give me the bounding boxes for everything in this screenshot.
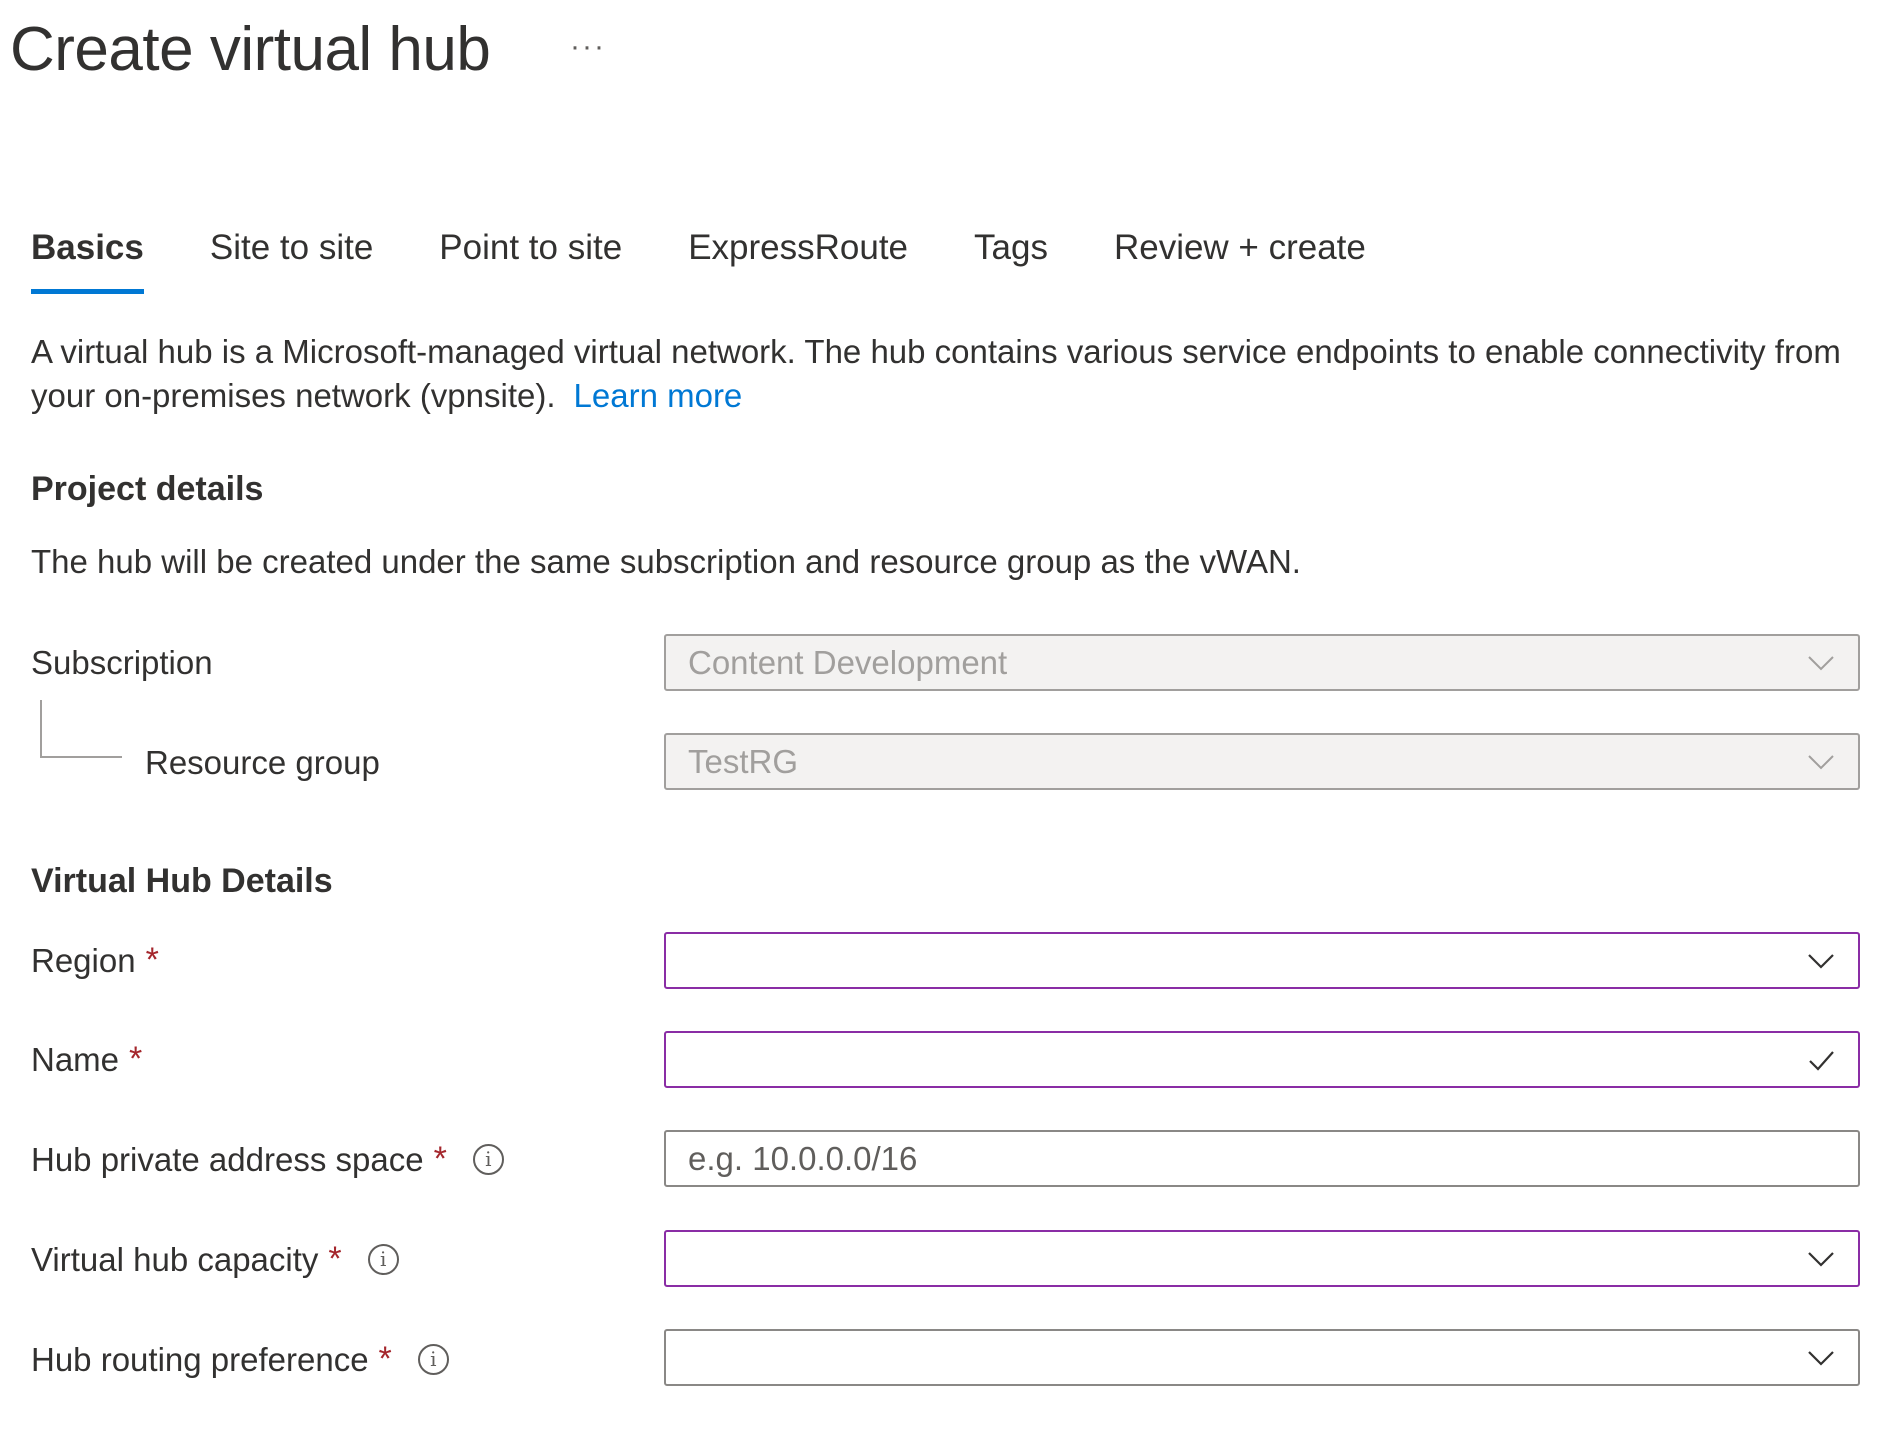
subscription-value: Content Development (688, 643, 1008, 681)
address-space-label: Hub private address space * i (31, 1140, 504, 1179)
name-label-text: Name (31, 1040, 120, 1078)
tab-review-create[interactable]: Review + create (1114, 228, 1366, 300)
tree-connector-horizontal (40, 756, 122, 758)
address-space-placeholder: e.g. 10.0.0.0/16 (688, 1139, 918, 1177)
resource-group-value: TestRG (688, 742, 799, 780)
required-marker: * (378, 1340, 392, 1378)
subscription-label: Subscription (31, 644, 213, 682)
project-details-heading: Project details (31, 470, 264, 508)
chevron-down-icon (1808, 953, 1834, 969)
capacity-dropdown[interactable] (664, 1230, 1860, 1287)
tab-tags[interactable]: Tags (974, 228, 1048, 300)
region-label: Region * (31, 941, 159, 980)
checkmark-icon (1809, 1050, 1834, 1071)
tab-basics[interactable]: Basics (31, 228, 144, 300)
region-label-text: Region (31, 941, 136, 979)
virtual-hub-details-heading: Virtual Hub Details (31, 862, 333, 900)
chevron-down-icon (1808, 1350, 1834, 1366)
intro-line-1: A virtual hub is a Microsoft-managed vir… (31, 333, 1841, 370)
chevron-down-icon (1808, 655, 1834, 670)
tab-expressroute[interactable]: ExpressRoute (688, 228, 908, 300)
info-icon[interactable]: i (417, 1344, 449, 1375)
name-label: Name * (31, 1040, 142, 1079)
routing-preference-label: Hub routing preference * i (31, 1340, 449, 1379)
project-details-description: The hub will be created under the same s… (31, 543, 1301, 580)
required-marker: * (129, 1040, 143, 1078)
tab-point-to-site[interactable]: Point to site (439, 228, 622, 300)
required-marker: * (433, 1140, 447, 1178)
tree-connector-vertical (40, 700, 42, 758)
tab-site-to-site[interactable]: Site to site (210, 228, 373, 300)
intro-line-2: your on-premises network (vpnsite). Learn… (31, 374, 742, 418)
resource-group-dropdown[interactable]: TestRG (664, 733, 1860, 790)
chevron-down-icon (1808, 1251, 1834, 1267)
resource-group-label-text: Resource group (145, 744, 380, 781)
info-icon[interactable]: i (367, 1244, 399, 1275)
routing-preference-dropdown[interactable] (664, 1329, 1860, 1386)
subscription-dropdown[interactable]: Content Development (664, 634, 1860, 691)
chevron-down-icon (1808, 754, 1834, 769)
page-title: Create virtual hub (10, 15, 491, 84)
info-icon[interactable]: i (472, 1144, 504, 1175)
capacity-label: Virtual hub capacity * i (31, 1240, 399, 1279)
learn-more-link[interactable]: Learn more (574, 377, 743, 414)
address-space-label-text: Hub private address space (31, 1140, 424, 1178)
name-input[interactable] (664, 1031, 1860, 1088)
resource-group-label: Resource group (145, 744, 380, 782)
capacity-label-text: Virtual hub capacity (31, 1240, 319, 1278)
intro-text: your on-premises network (vpnsite). (31, 377, 556, 414)
required-marker: * (145, 941, 159, 979)
subscription-label-text: Subscription (31, 644, 213, 681)
routing-preference-label-text: Hub routing preference (31, 1340, 369, 1378)
address-space-input[interactable]: e.g. 10.0.0.0/16 (664, 1130, 1860, 1187)
tab-bar: Basics Site to site Point to site Expres… (31, 228, 1432, 300)
region-dropdown[interactable] (664, 932, 1860, 989)
more-options-button[interactable]: ··· (570, 30, 606, 64)
required-marker: * (328, 1240, 342, 1278)
